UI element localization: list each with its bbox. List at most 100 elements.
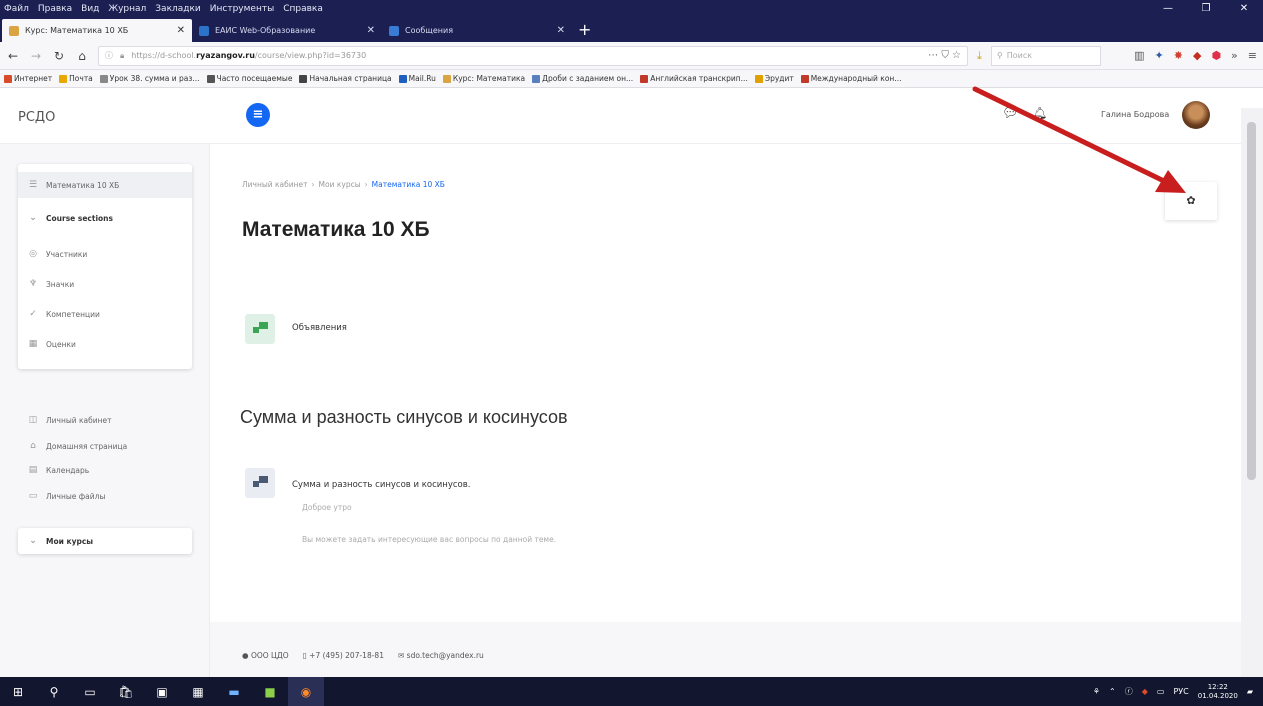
- library-icon[interactable]: ▥: [1134, 49, 1144, 62]
- menu-tools[interactable]: Инструменты: [210, 4, 274, 14]
- breadcrumb-my-courses[interactable]: Мои курсы: [319, 180, 361, 189]
- extension-icon[interactable]: ✸: [1174, 49, 1183, 62]
- pocket-icon[interactable]: ⬢: [1211, 49, 1221, 62]
- search-icon[interactable]: ⚲: [36, 677, 72, 706]
- search-input[interactable]: ⚲ Поиск: [990, 45, 1101, 66]
- sidebar-item-course[interactable]: ☰ Математика 10 ХБ: [18, 172, 192, 198]
- back-arrow-icon[interactable]: ←: [6, 49, 20, 63]
- avatar[interactable]: [1182, 101, 1210, 129]
- page-actions[interactable]: ⋯ ⛉ ☆: [928, 50, 961, 61]
- app-icon[interactable]: ■: [252, 677, 288, 706]
- tray-app-icon[interactable]: ⚘: [1093, 687, 1100, 696]
- sidebar-item-course-sections[interactable]: ⌄ Course sections: [28, 210, 113, 226]
- page-scrollbar[interactable]: [1241, 108, 1263, 677]
- bookmark-item[interactable]: Английская транскрип...: [640, 74, 748, 83]
- menu-edit[interactable]: Правка: [38, 4, 72, 14]
- bookmark-item[interactable]: Интернет: [4, 74, 52, 83]
- bookmark-item[interactable]: Почта: [59, 74, 93, 83]
- search-icon: ⚲: [996, 51, 1003, 60]
- sidebar-item-private-files[interactable]: ▭ Личные файлы: [28, 488, 106, 504]
- start-windows-icon[interactable]: ⊞: [0, 677, 36, 706]
- chevron-up-icon[interactable]: ⌃: [1109, 687, 1116, 696]
- breadcrumb-separator: ›: [311, 180, 315, 189]
- hamburger-menu-icon[interactable]: ≡: [1248, 49, 1257, 62]
- forum-link[interactable]: Сумма и разность синусов и косинусов.: [292, 480, 470, 490]
- tab-close-icon[interactable]: ✕: [367, 25, 375, 36]
- reload-icon[interactable]: ↻: [52, 49, 66, 63]
- tray-app-icon[interactable]: ◆: [1142, 687, 1148, 696]
- notifications-bell-icon[interactable]: 🔔︎: [1032, 106, 1047, 120]
- extension-icon[interactable]: ◆: [1193, 49, 1201, 62]
- task-view-icon[interactable]: ▭: [72, 677, 108, 706]
- menu-view[interactable]: Вид: [81, 4, 99, 14]
- home-icon[interactable]: ⌂: [75, 49, 89, 63]
- breadcrumb-dashboard[interactable]: Личный кабинет: [242, 180, 308, 189]
- drawer-toggle-button[interactable]: ≡: [246, 103, 270, 127]
- page-info-icon[interactable]: ⓘ: [105, 50, 113, 61]
- tab-eais[interactable]: ЕАИС Web-Образование ✕: [192, 19, 382, 42]
- maximize-button[interactable]: ❐: [1187, 3, 1225, 14]
- user-name[interactable]: Галина Бодрова: [1101, 110, 1169, 119]
- forward-arrow-icon[interactable]: →: [29, 49, 43, 63]
- firefox-icon[interactable]: ◉: [288, 677, 324, 706]
- menu-file[interactable]: Файл: [4, 4, 29, 14]
- bookmark-icon: [640, 74, 649, 83]
- home-icon: ⌂: [30, 441, 36, 451]
- downloads-icon[interactable]: ⤓: [977, 49, 982, 63]
- course-nav-card: ☰ Математика 10 ХБ ⌄ Course sections ◎ У…: [18, 164, 192, 369]
- sidebar-item-my-courses[interactable]: ⌄ Мои курсы: [28, 533, 93, 549]
- network-icon[interactable]: ⓡ: [1125, 686, 1133, 697]
- minimize-button[interactable]: —: [1149, 3, 1187, 14]
- sidebar-item-dashboard[interactable]: ◫ Личный кабинет: [28, 412, 112, 428]
- list-icon: ☰: [28, 180, 38, 190]
- sidebar-item-home[interactable]: ⌂ Домашняя страница: [28, 438, 127, 454]
- scrollbar-thumb[interactable]: [1247, 122, 1256, 480]
- tab-title: ЕАИС Web-Образование: [215, 26, 316, 35]
- users-icon: ◎: [29, 249, 37, 259]
- bookmark-item[interactable]: Начальная страница: [299, 74, 392, 83]
- breadcrumb-current-course[interactable]: Математика 10 ХБ: [372, 180, 445, 189]
- tab-course[interactable]: Курс: Математика 10 ХБ ✕: [2, 19, 192, 42]
- messages-icon[interactable]: 💬︎: [1002, 106, 1019, 121]
- calculator-icon[interactable]: ▦: [180, 677, 216, 706]
- menu-bookmarks[interactable]: Закладки: [155, 4, 201, 14]
- footer-phone[interactable]: ▯ +7 (495) 207-18-81: [303, 651, 384, 660]
- tab-close-icon[interactable]: ✕: [557, 25, 565, 36]
- phone-icon: ▯: [302, 651, 307, 660]
- bookmark-item[interactable]: Курс: Математика: [442, 74, 525, 83]
- app-icon[interactable]: ▣: [144, 677, 180, 706]
- sidebar-item-badges[interactable]: ♆ Значки: [28, 276, 74, 292]
- course-settings-button[interactable]: ✿: [1165, 182, 1217, 220]
- announcements-link[interactable]: Объявления: [292, 323, 347, 333]
- bookmark-item[interactable]: Международный кон...: [800, 74, 901, 83]
- footer-email[interactable]: ✉ sdo.tech@yandex.ru: [398, 651, 484, 660]
- site-brand[interactable]: РСДО: [18, 110, 55, 125]
- menu-history[interactable]: Журнал: [108, 4, 146, 14]
- store-icon[interactable]: 🛍︎: [108, 677, 144, 706]
- menu-help[interactable]: Справка: [283, 4, 323, 14]
- sidebar-item-competencies[interactable]: ✓ Компетенции: [28, 306, 100, 322]
- app-icon[interactable]: ▬: [216, 677, 252, 706]
- forum-greeting: Доброе утро: [302, 503, 352, 512]
- bookmark-item[interactable]: Mail.Ru: [398, 74, 436, 83]
- bookmark-item[interactable]: Урок 38. сумма и раз...: [99, 74, 200, 83]
- tab-close-icon[interactable]: ✕: [177, 25, 185, 36]
- clock[interactable]: 12:22 01.04.2020: [1198, 683, 1238, 701]
- bookmark-item[interactable]: Дроби с заданием он...: [532, 74, 633, 83]
- bookmark-item[interactable]: Эрудит: [754, 74, 794, 83]
- close-window-button[interactable]: ✕: [1225, 3, 1263, 14]
- tab-messages[interactable]: Сообщения ✕: [382, 19, 572, 42]
- address-bar[interactable]: ⓘ 🔒︎ https://d-school.ryazangov.ru/cours…: [98, 45, 968, 66]
- my-courses-card[interactable]: ⌄ Мои курсы: [18, 528, 192, 554]
- sidebar-item-calendar[interactable]: ▤ Календарь: [28, 462, 89, 478]
- sidebar-item-participants[interactable]: ◎ Участники: [28, 246, 87, 262]
- bookmark-item[interactable]: Часто посещаемые: [206, 74, 292, 83]
- overflow-icon[interactable]: »: [1231, 49, 1238, 62]
- notifications-icon[interactable]: ▰: [1247, 687, 1253, 696]
- extension-icon[interactable]: ✦: [1155, 49, 1164, 62]
- sidebar-item-grades[interactable]: ▦ Оценки: [28, 336, 76, 352]
- language-indicator[interactable]: РУС: [1173, 687, 1188, 696]
- display-icon[interactable]: ▭: [1157, 687, 1165, 696]
- new-tab-button[interactable]: +: [572, 20, 597, 42]
- os-taskbar: ⊞ ⚲ ▭ 🛍︎ ▣ ▦ ▬ ■ ◉ ⚘ ⌃ ⓡ ◆ ▭ РУС 12:22 0…: [0, 677, 1263, 706]
